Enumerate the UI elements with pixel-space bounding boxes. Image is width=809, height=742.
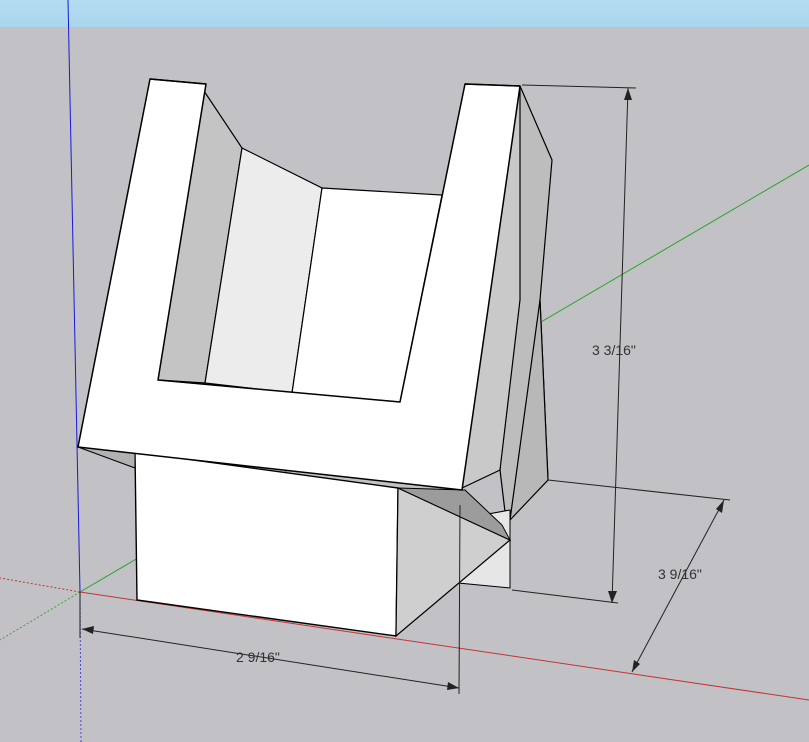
height-dim-arrow-bottom bbox=[608, 591, 617, 603]
width-dimension-label[interactable]: 2 9/16" bbox=[236, 649, 280, 665]
modeling-viewport[interactable]: 3 3/16" 3 9/16" 2 9/16" bbox=[0, 0, 809, 742]
depth-dim-arrow-bottom bbox=[632, 660, 640, 672]
red-axis-hidden bbox=[0, 577, 81, 593]
scene-canvas[interactable] bbox=[0, 0, 809, 742]
height-dim-arrow-top bbox=[624, 88, 632, 100]
depth-dimension-label[interactable]: 3 9/16" bbox=[658, 566, 702, 582]
green-axis-hidden bbox=[0, 591, 81, 641]
width-dim-arrow-right bbox=[447, 682, 459, 690]
base-front-face[interactable] bbox=[134, 451, 399, 637]
depth-dim-line[interactable] bbox=[631, 499, 725, 673]
height-dimension-label[interactable]: 3 3/16" bbox=[592, 342, 636, 358]
blue-axis bbox=[67, 0, 81, 593]
height-dim-ext-bottom bbox=[511, 589, 619, 604]
depth-dim-arrow-top bbox=[716, 500, 724, 513]
height-dim-ext-top bbox=[521, 84, 637, 89]
depth-dim-ext-top bbox=[547, 479, 731, 501]
width-dim-arrow-left bbox=[82, 626, 94, 634]
